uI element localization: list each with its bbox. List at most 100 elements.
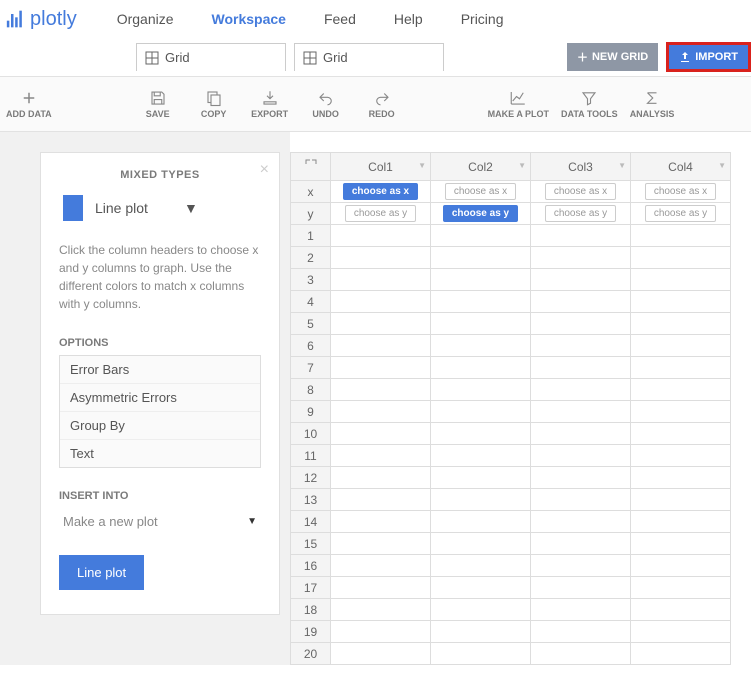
cell[interactable] [531,445,631,467]
row-header[interactable]: 9 [291,401,331,423]
cell[interactable] [331,533,431,555]
nav-organize[interactable]: Organize [117,11,174,27]
cell[interactable] [331,445,431,467]
cell[interactable] [531,225,631,247]
nav-pricing[interactable]: Pricing [461,11,504,27]
cell[interactable] [531,269,631,291]
cell[interactable] [431,335,531,357]
tool-redo[interactable]: REDO [360,89,404,119]
cell[interactable] [331,599,431,621]
cell[interactable] [431,489,531,511]
nav-feed[interactable]: Feed [324,11,356,27]
create-plot-button[interactable]: Line plot [59,555,144,590]
cell[interactable] [531,599,631,621]
choose-x-col2[interactable]: choose as x [445,183,516,200]
cell[interactable] [631,643,731,665]
cell[interactable] [431,577,531,599]
tool-data-tools[interactable]: DATA TOOLS [561,89,618,119]
cell[interactable] [531,313,631,335]
cell[interactable] [631,379,731,401]
tool-undo[interactable]: UNDO [304,89,348,119]
row-header[interactable]: 1 [291,225,331,247]
cell[interactable] [631,269,731,291]
row-header[interactable]: 6 [291,335,331,357]
cell[interactable] [331,489,431,511]
cell[interactable] [631,511,731,533]
cell[interactable] [331,225,431,247]
cell[interactable] [631,247,731,269]
cell[interactable] [631,335,731,357]
cell[interactable] [331,511,431,533]
choose-x-col4[interactable]: choose as x [645,183,716,200]
cell[interactable] [431,313,531,335]
cell[interactable] [331,291,431,313]
cell[interactable] [531,643,631,665]
nav-workspace[interactable]: Workspace [212,11,286,27]
cell[interactable] [631,599,731,621]
cell[interactable] [531,533,631,555]
grid-corner[interactable] [291,153,331,181]
option-error-bars[interactable]: Error Bars [60,356,260,384]
cell[interactable] [331,401,431,423]
cell[interactable] [531,467,631,489]
cell[interactable] [431,247,531,269]
tool-add-data[interactable]: ADD DATA [6,89,52,119]
logo[interactable]: plotly [6,8,77,31]
cell[interactable] [631,467,731,489]
row-header[interactable]: 4 [291,291,331,313]
cell[interactable] [631,533,731,555]
choose-y-col1[interactable]: choose as y [345,205,416,222]
cell[interactable] [531,621,631,643]
cell[interactable] [531,401,631,423]
tab-grid-2[interactable]: Grid [294,43,444,71]
cell[interactable] [431,225,531,247]
row-header[interactable]: 20 [291,643,331,665]
new-grid-button[interactable]: ＋ NEW GRID [567,43,658,71]
cell[interactable] [631,357,731,379]
cell[interactable] [631,423,731,445]
col-header-4[interactable]: Col4▼ [631,153,731,181]
cell[interactable] [431,357,531,379]
cell[interactable] [431,269,531,291]
cell[interactable] [431,643,531,665]
cell[interactable] [431,291,531,313]
option-asymmetric-errors[interactable]: Asymmetric Errors [60,384,260,412]
cell[interactable] [631,291,731,313]
tool-analysis[interactable]: ANALYSIS [630,89,675,119]
cell[interactable] [431,423,531,445]
cell[interactable] [531,423,631,445]
cell[interactable] [331,423,431,445]
row-header[interactable]: 17 [291,577,331,599]
nav-help[interactable]: Help [394,11,423,27]
choose-y-col4[interactable]: choose as y [645,205,716,222]
plot-type-select[interactable]: Line plot ▼ [59,195,261,221]
tool-save[interactable]: SAVE [136,89,180,119]
col-header-1[interactable]: Col1▼ [331,153,431,181]
cell[interactable] [431,621,531,643]
cell[interactable] [531,357,631,379]
row-header[interactable]: 3 [291,269,331,291]
cell[interactable] [431,467,531,489]
cell[interactable] [431,555,531,577]
cell[interactable] [631,621,731,643]
cell[interactable] [631,401,731,423]
choose-x-col3[interactable]: choose as x [545,183,616,200]
cell[interactable] [431,599,531,621]
cell[interactable] [431,401,531,423]
cell[interactable] [631,555,731,577]
row-header[interactable]: 13 [291,489,331,511]
row-header[interactable]: 10 [291,423,331,445]
row-header[interactable]: 8 [291,379,331,401]
cell[interactable] [331,247,431,269]
cell[interactable] [631,445,731,467]
cell[interactable] [331,621,431,643]
choose-y-col2[interactable]: choose as y [443,205,518,222]
row-header[interactable]: 12 [291,467,331,489]
cell[interactable] [631,313,731,335]
tool-make-plot[interactable]: MAKE A PLOT [488,89,549,119]
cell[interactable] [331,643,431,665]
col-header-3[interactable]: Col3▼ [531,153,631,181]
row-header[interactable]: 5 [291,313,331,335]
row-header[interactable]: 14 [291,511,331,533]
cell[interactable] [531,489,631,511]
